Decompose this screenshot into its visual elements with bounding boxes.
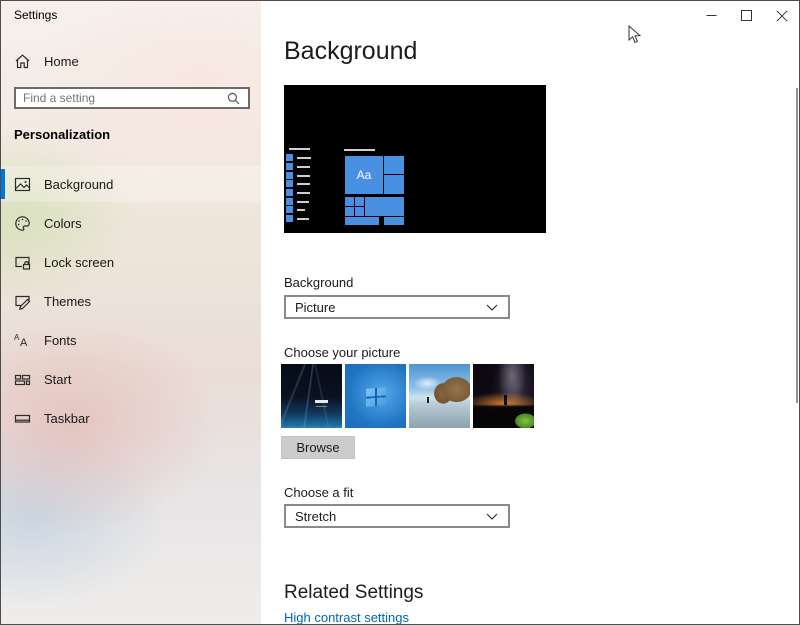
sidebar-item-colors[interactable]: Colors xyxy=(1,205,261,241)
sidebar-item-themes[interactable]: Themes xyxy=(1,283,261,319)
colors-icon xyxy=(14,215,31,232)
fit-dropdown[interactable]: Stretch xyxy=(284,504,510,528)
choose-fit-label: Choose a fit xyxy=(284,485,353,500)
background-icon xyxy=(14,176,31,193)
taskbar-icon xyxy=(14,410,31,427)
chevron-down-icon xyxy=(486,513,498,520)
dropdown-value: Stretch xyxy=(286,509,486,524)
sidebar-section-header: Personalization xyxy=(14,127,110,142)
sidebar-nav: Background Colors xyxy=(1,166,261,436)
sidebar-item-label: Home xyxy=(44,54,79,69)
main-content: Background Aa Bac xyxy=(261,1,800,624)
sidebar-item-label: Lock screen xyxy=(44,255,114,270)
preview-applist-header xyxy=(289,148,310,150)
search-input[interactable] xyxy=(16,91,227,105)
chevron-down-icon xyxy=(486,304,498,311)
sidebar-item-label: Colors xyxy=(44,216,82,231)
choose-picture-label: Choose your picture xyxy=(284,345,400,360)
related-settings-heading: Related Settings xyxy=(284,582,423,604)
selected-accent-bar xyxy=(1,169,5,199)
sidebar-item-lock-screen[interactable]: Lock screen xyxy=(1,244,261,280)
picture-thumbnail-dark-abstract[interactable] xyxy=(281,364,342,428)
window-controls xyxy=(694,1,799,30)
preview-aa-tile: Aa xyxy=(345,156,383,194)
settings-window: Settings Home Personalization xyxy=(0,0,800,625)
start-icon xyxy=(14,371,31,388)
sidebar-item-start[interactable]: Start xyxy=(1,361,261,397)
sidebar-item-home[interactable]: Home xyxy=(1,47,261,75)
lock-screen-icon xyxy=(14,254,31,271)
themes-icon xyxy=(14,293,31,310)
sidebar-item-label: Fonts xyxy=(44,333,77,348)
window-title: Settings xyxy=(14,8,57,22)
svg-text:A: A xyxy=(20,337,28,349)
sidebar-item-label: Themes xyxy=(44,294,91,309)
dropdown-value: Picture xyxy=(286,300,486,315)
search-box[interactable] xyxy=(14,87,250,109)
background-type-dropdown[interactable]: Picture xyxy=(284,295,510,319)
background-preview: Aa xyxy=(284,85,546,233)
picture-thumbnail-windows-default[interactable] xyxy=(345,364,406,428)
page-title: Background xyxy=(284,37,417,66)
picture-thumbnail-beach[interactable] xyxy=(409,364,470,428)
maximize-button[interactable] xyxy=(729,1,764,30)
picture-thumbnail-night-sky[interactable] xyxy=(473,364,534,428)
sidebar: Settings Home Personalization xyxy=(1,1,261,624)
sidebar-item-background[interactable]: Background xyxy=(1,166,261,202)
background-type-label: Background xyxy=(284,275,353,290)
search-icon[interactable] xyxy=(227,92,240,105)
sidebar-item-label: Background xyxy=(44,177,113,192)
close-button[interactable] xyxy=(764,1,799,30)
home-icon xyxy=(14,53,31,70)
sidebar-item-label: Start xyxy=(44,372,71,387)
browse-button[interactable]: Browse xyxy=(281,436,355,459)
fonts-icon: A A xyxy=(14,332,31,349)
minimize-button[interactable] xyxy=(694,1,729,30)
picture-thumbnails xyxy=(281,364,534,428)
sidebar-item-label: Taskbar xyxy=(44,411,90,426)
preview-tiles-header xyxy=(344,149,375,151)
sidebar-item-taskbar[interactable]: Taskbar xyxy=(1,400,261,436)
sidebar-item-fonts[interactable]: A A Fonts xyxy=(1,322,261,358)
high-contrast-settings-link[interactable]: High contrast settings xyxy=(284,610,409,625)
scrollbar[interactable] xyxy=(796,88,798,403)
